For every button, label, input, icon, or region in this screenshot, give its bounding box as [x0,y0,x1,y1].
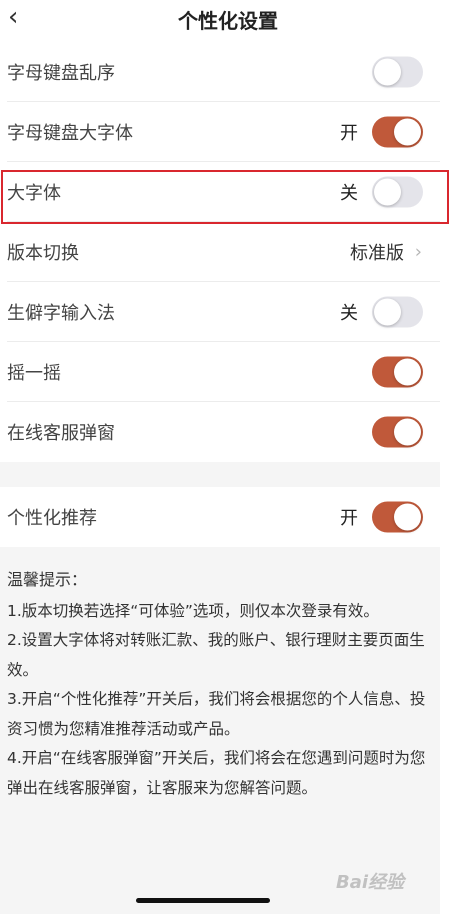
setting-row-online-service-popup: 在线客服弹窗 [0,402,456,462]
chevron-right-icon: › [414,241,422,263]
toggle-knob [394,118,421,146]
setting-row-personalized-recommend: 个性化推荐 开 [0,487,440,547]
setting-label: 摇一摇 [7,363,61,384]
home-indicator[interactable] [136,898,270,903]
toggle-knob [394,418,421,446]
setting-row-letter-keyboard-shuffle: 字母键盘乱序 [0,42,456,102]
version-value: 标准版 [350,243,404,264]
state-text: 关 [340,183,358,204]
setting-label: 大字体 [7,183,61,204]
setting-label: 在线客服弹窗 [7,423,115,444]
toggle-knob [374,298,401,326]
tip-item: 4.开启“在线客服弹窗”开关后，我们将会在您遇到问题时为您弹出在线客服弹窗，让客… [7,749,426,797]
toggle-knob [394,503,421,531]
page-title: 个性化设置 [178,9,278,33]
setting-label: 字母键盘大字体 [7,123,133,144]
setting-row-letter-keyboard-large-font: 字母键盘大字体 开 [0,102,456,162]
tips-section: 温馨提示： 1.版本切换若选择“可体验”选项，则仅本次登录有效。 2.设置大字体… [7,565,433,803]
letter-keyboard-large-font-toggle[interactable] [372,116,423,148]
setting-row-large-font: 大字体 关 [0,162,456,222]
setting-label: 生僻字输入法 [7,303,115,324]
setting-label: 版本切换 [7,243,79,264]
back-chevron-icon[interactable]: ‹ [8,4,32,32]
setting-row-version-switch[interactable]: 版本切换 标准版 › [0,222,456,282]
setting-row-rare-char-input: 生僻字输入法 关 [0,282,456,342]
online-service-popup-toggle[interactable] [372,416,423,448]
setting-label: 个性化推荐 [7,508,97,529]
setting-row-shake: 摇一摇 [0,342,456,402]
setting-label: 字母键盘乱序 [7,63,115,84]
tips-title: 温馨提示： [7,570,88,589]
toggle-knob [374,178,401,206]
rare-char-input-toggle[interactable] [372,296,423,328]
state-text: 关 [340,303,358,324]
tip-item: 3.开启“个性化推荐”开关后，我们将会根据您的个人信息、投资习惯为您精准推荐活动… [7,690,426,738]
toggle-knob [374,58,401,86]
tip-item: 1.版本切换若选择“可体验”选项，则仅本次登录有效。 [7,601,379,620]
personalized-recommend-toggle[interactable] [372,501,423,533]
large-font-toggle[interactable] [372,176,423,208]
letter-keyboard-shuffle-toggle[interactable] [372,56,423,88]
state-text: 开 [340,508,358,529]
shake-toggle[interactable] [372,356,423,388]
tip-item: 2.设置大字体将对转账汇款、我的账户、银行理财主要页面生效。 [7,631,425,679]
nav-bar: ‹ 个性化设置 [0,0,456,38]
state-text: 开 [340,123,358,144]
watermark-logo: Bai经验 [336,872,405,893]
toggle-knob [394,358,421,386]
